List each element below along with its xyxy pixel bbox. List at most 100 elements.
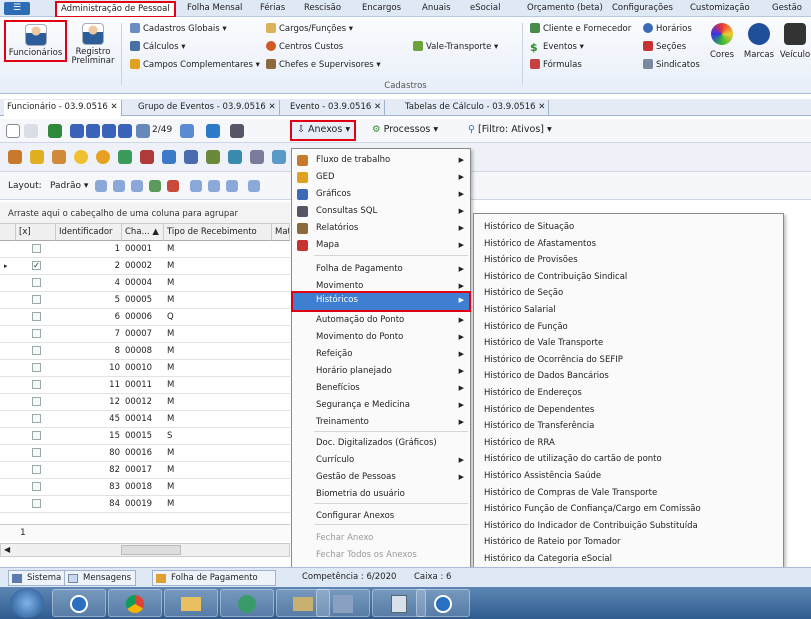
historico-menu-item[interactable]: Histórico Assistência Saúde: [474, 468, 783, 485]
anexos-menu-item[interactable]: Fechar Anexo: [292, 530, 470, 547]
layout-select[interactable]: Padrão ▾: [50, 181, 88, 191]
registro-preliminar-button[interactable]: Registro Preliminar: [70, 21, 116, 66]
tab-folha-mensal[interactable]: Folha Mensal: [183, 2, 246, 17]
column-header-tipo[interactable]: Tipo de Recebimento: [164, 224, 272, 241]
historico-menu-item[interactable]: Histórico de Dependentes: [474, 402, 783, 419]
table-row[interactable]: ▸ ✓ 2 00002 M: [0, 258, 290, 275]
vacation-icon[interactable]: [96, 150, 110, 164]
row-checkbox[interactable]: [32, 397, 41, 406]
document-icon[interactable]: [162, 150, 176, 164]
anexos-menu-item[interactable]: Doc. Digitalizados (Gráficos): [292, 435, 470, 452]
anexos-menu-item[interactable]: Biometria do usuário: [292, 486, 470, 503]
mensagens-tab[interactable]: Mensagens: [64, 570, 137, 586]
veiculos-button[interactable]: Veículo: [779, 21, 811, 60]
historico-menu-item[interactable]: Histórico de RRA: [474, 435, 783, 452]
historico-menu-item[interactable]: Histórico de Dados Bancários: [474, 368, 783, 385]
table-row[interactable]: 6 00006 Q: [0, 309, 290, 326]
close-icon[interactable]: ✕: [374, 102, 381, 112]
historico-menu-item[interactable]: Histórico de Ocorrência do SEFIP: [474, 352, 783, 369]
first-record-icon[interactable]: [70, 124, 84, 138]
taskbar-app-1[interactable]: [52, 589, 106, 617]
taskbar-app-5[interactable]: [416, 589, 470, 617]
row-checkbox[interactable]: [32, 414, 41, 423]
folha-pagamento-tab[interactable]: Folha de Pagamento: [152, 570, 276, 586]
secoes-button[interactable]: Seções: [643, 41, 686, 53]
eventos-button[interactable]: $ Eventos ▾: [530, 41, 584, 53]
filter-button[interactable]: ⚲ [Filtro: Ativos] ▾: [468, 124, 552, 135]
cliente-fornecedor-button[interactable]: Cliente e Fornecedor: [530, 23, 631, 35]
anexos-menu-item[interactable]: Refeição ▶: [292, 346, 470, 363]
row-checkbox[interactable]: [32, 312, 41, 321]
cargos-funcoes-button[interactable]: Cargos/Funções ▾: [266, 23, 353, 35]
tab-customizacao[interactable]: Customização: [686, 2, 754, 17]
table-row[interactable]: 84 00019 M: [0, 496, 290, 513]
scroll-left-icon[interactable]: ◀: [4, 545, 10, 554]
column-header-identificador[interactable]: Identificador: [56, 224, 122, 241]
row-checkbox[interactable]: [32, 295, 41, 304]
layout-save-icon[interactable]: [95, 180, 107, 192]
anexos-menu-item[interactable]: Mapa ▶: [292, 237, 470, 254]
settings-icon[interactable]: [272, 150, 286, 164]
historico-menu-item[interactable]: Histórico de Seção: [474, 285, 783, 302]
group-action-icon[interactable]: [30, 150, 44, 164]
edit-icon[interactable]: [24, 124, 38, 138]
anexos-menu-item[interactable]: Benefícios ▶: [292, 380, 470, 397]
new-record-icon[interactable]: [6, 124, 20, 138]
transfer-icon[interactable]: [118, 150, 132, 164]
row-checkbox[interactable]: [32, 363, 41, 372]
tab-configuracoes[interactable]: Configurações: [608, 2, 677, 17]
tab-gestao[interactable]: Gestão: [768, 2, 806, 17]
cores-button[interactable]: Cores: [706, 21, 738, 60]
chart-icon[interactable]: [167, 180, 179, 192]
taskbar-chrome[interactable]: [108, 589, 162, 617]
historico-menu-item[interactable]: Histórico de Vale Transporte: [474, 335, 783, 352]
chefes-supervisores-button[interactable]: Chefes e Supervisores ▾: [266, 59, 381, 71]
historico-menu-item[interactable]: Histórico de Endereços: [474, 385, 783, 402]
row-checkbox[interactable]: [32, 448, 41, 457]
anexos-menu-item[interactable]: Horário planejado ▶: [292, 363, 470, 380]
history-icon[interactable]: [250, 150, 264, 164]
filter-row-icon[interactable]: [190, 180, 202, 192]
row-checkbox[interactable]: [32, 465, 41, 474]
tab-ferias[interactable]: Férias: [256, 2, 289, 17]
table-row[interactable]: 83 00018 M: [0, 479, 290, 496]
table-row[interactable]: 12 00012 M: [0, 394, 290, 411]
anexos-menu-item[interactable]: GED ▶: [292, 169, 470, 186]
horarios-button[interactable]: Horários: [643, 23, 692, 35]
anexos-menu-item[interactable]: Fluxo de trabalho ▶: [292, 152, 470, 169]
taskbar-app-2[interactable]: [220, 589, 274, 617]
anexos-menu-item[interactable]: Folha de Pagamento ▶: [292, 261, 470, 278]
row-checkbox[interactable]: [32, 278, 41, 287]
historico-menu-item[interactable]: Histórico de Provisões: [474, 252, 783, 269]
close-icon[interactable]: ✕: [269, 102, 276, 112]
table-row[interactable]: 45 00014 M: [0, 411, 290, 428]
tab-esocial[interactable]: eSocial: [466, 2, 504, 17]
scroll-thumb[interactable]: [121, 545, 181, 555]
termination-icon[interactable]: [140, 150, 154, 164]
table-row[interactable]: 80 00016 M: [0, 445, 290, 462]
table-row[interactable]: 8 00008 M: [0, 343, 290, 360]
sistema-tab[interactable]: Sistema: [8, 570, 67, 586]
prev-record-icon[interactable]: [86, 124, 100, 138]
person-action-icon[interactable]: [8, 150, 22, 164]
row-checkbox[interactable]: [32, 431, 41, 440]
anexos-menu-item[interactable]: Treinamento ▶: [292, 414, 470, 431]
doctab-tabelas-calculo[interactable]: Tabelas de Cálculo - 03.9.0516 ✕: [402, 100, 550, 116]
anexos-menu-item[interactable]: Movimento do Ponto ▶: [292, 329, 470, 346]
columns-icon[interactable]: [113, 180, 125, 192]
users-icon[interactable]: [52, 150, 66, 164]
historico-menu-item[interactable]: Histórico de Função: [474, 319, 783, 336]
historico-menu-item[interactable]: Histórico Salarial: [474, 302, 783, 319]
anexos-menu-item[interactable]: Fechar Todos os Anexos: [292, 547, 470, 564]
doctab-funcionario[interactable]: Funcionário - 03.9.0516 ✕: [4, 100, 122, 116]
doctab-evento[interactable]: Evento - 03.9.0516 ✕: [287, 100, 386, 116]
anexos-menu-item[interactable]: Relatórios ▶: [292, 220, 470, 237]
anexos-menu-item[interactable]: Configurar Anexos: [292, 508, 470, 525]
benefits-icon[interactable]: [206, 150, 220, 164]
cadastros-globais-button[interactable]: Cadastros Globais ▾: [130, 23, 227, 35]
tab-anuais[interactable]: Anuais: [418, 2, 455, 17]
table-row[interactable]: 4 00004 M: [0, 275, 290, 292]
historico-menu-item[interactable]: Histórico da Categoria eSocial: [474, 551, 783, 568]
column-header-matr[interactable]: Matr: [272, 224, 290, 241]
table-row[interactable]: 82 00017 M: [0, 462, 290, 479]
